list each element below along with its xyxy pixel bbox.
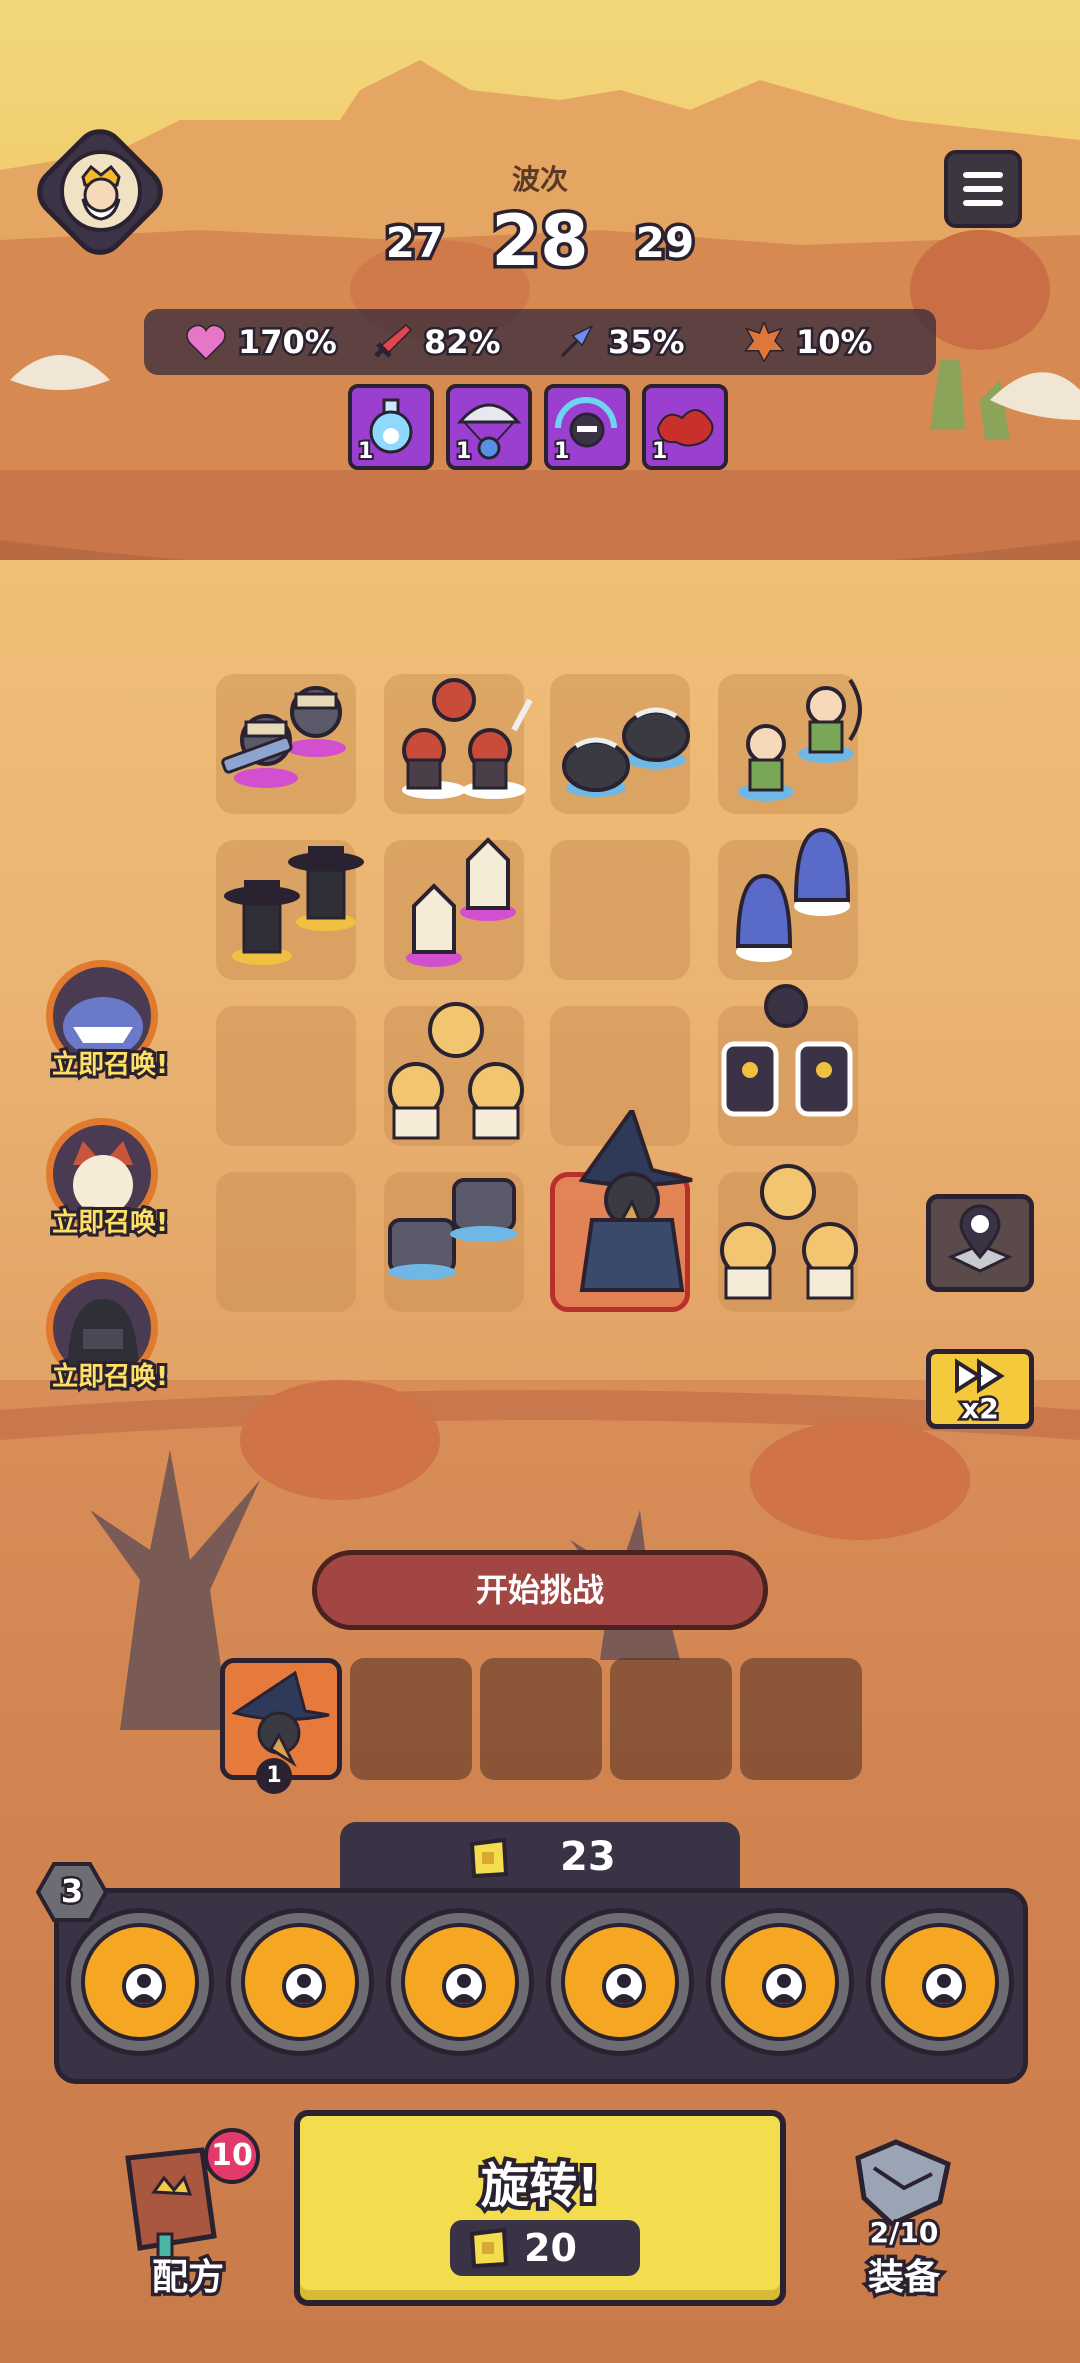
level-value: 3: [58, 1870, 85, 1913]
menu-line-icon: [963, 172, 1003, 178]
recipe-label: 配方: [148, 2254, 227, 2302]
wave-current: 28: [488, 197, 592, 286]
board-tile[interactable]: [216, 1006, 356, 1146]
plague-doctor-portrait-icon: [231, 1670, 330, 1768]
equipment-label: 装备: [864, 2254, 943, 2302]
gold-coin-icon: [469, 2227, 509, 2269]
menu-line-icon: [963, 200, 1003, 206]
purple-ghost-unit[interactable]: [724, 826, 864, 976]
level-badge: 3: [35, 1860, 109, 1924]
menu-button[interactable]: [944, 150, 1022, 228]
spin-button[interactable]: 旋转! 20: [294, 2110, 786, 2306]
slot-reel[interactable]: [706, 1908, 854, 2056]
buff-count: 1: [650, 437, 669, 466]
slot-face: [561, 1923, 679, 2041]
board-tile[interactable]: [550, 840, 690, 980]
summon-label: 立即召唤!: [49, 1047, 171, 1083]
spin-label: 旋转!: [477, 2154, 603, 2218]
slot-face: [401, 1923, 519, 2041]
stat-critical: 10%: [744, 309, 876, 375]
slot-reel[interactable]: [866, 1908, 1014, 2056]
summon-button-cat[interactable]: 立即召唤!: [40, 1118, 180, 1258]
skull-pin-icon: [947, 1204, 1013, 1273]
summon-label: 立即召唤!: [49, 1359, 171, 1395]
queue-slot-empty[interactable]: [610, 1658, 732, 1780]
black-boar-unit[interactable]: [556, 676, 706, 806]
wave-label: 波次: [511, 163, 568, 196]
buff-count: 1: [356, 437, 375, 466]
buff-count: 1: [552, 437, 571, 466]
equipment-button[interactable]: 2/10 装备: [834, 2128, 974, 2302]
person-icon: [922, 1964, 966, 2008]
recipe-button[interactable]: 10 配方: [118, 2128, 260, 2302]
recipe-count-badge: 10: [204, 2128, 260, 2184]
summon-button-shark[interactable]: 立即召唤!: [40, 960, 180, 1100]
stat-speed-value: 35%: [606, 321, 688, 364]
stat-speed: 35%: [556, 309, 688, 375]
person-icon: [122, 1964, 166, 2008]
stat-attack-value: 82%: [422, 321, 504, 364]
player-avatar[interactable]: [60, 150, 142, 232]
tiger-warrior-unit[interactable]: [376, 1000, 546, 1150]
buff-count: 1: [454, 437, 473, 466]
coin-counter: 23: [340, 1822, 740, 1894]
gold-coin-icon: [469, 1837, 509, 1879]
bazooka-soldier-unit[interactable]: [216, 660, 366, 800]
slot-face: [881, 1923, 999, 2041]
coin-value: 23: [560, 1834, 616, 1880]
person-icon: [602, 1964, 646, 2008]
stat-health: 170%: [186, 309, 340, 375]
heart-icon: [186, 324, 226, 360]
sword-icon: [374, 323, 412, 358]
buff-ninja[interactable]: 1: [544, 384, 630, 470]
speed-x2-button[interactable]: x2: [926, 1349, 1034, 1429]
slot-face: [721, 1923, 839, 2041]
stat-health-value: 170%: [236, 321, 340, 364]
slot-reel[interactable]: [66, 1908, 214, 2056]
slot-reel[interactable]: [226, 1908, 374, 2056]
skull-location-button[interactable]: [926, 1194, 1034, 1292]
queue-slot-empty[interactable]: [480, 1658, 602, 1780]
slot-reel[interactable]: [546, 1908, 694, 2056]
person-icon: [282, 1964, 326, 2008]
queue-slot-empty[interactable]: [740, 1658, 862, 1780]
slot-reel[interactable]: [386, 1908, 534, 2056]
slot-face: [81, 1923, 199, 2041]
queue-slot-empty[interactable]: [350, 1658, 472, 1780]
speed-arrow-icon: [560, 324, 594, 358]
person-icon: [442, 1964, 486, 2008]
buff-blood[interactable]: 1: [642, 384, 728, 470]
fast-forward-icon: [955, 1358, 1005, 1394]
menu-line-icon: [963, 186, 1003, 192]
board-tile[interactable]: [216, 1172, 356, 1312]
speed-label: x2: [959, 1390, 1002, 1428]
king-portrait-icon: [81, 164, 121, 221]
elf-archer-unit[interactable]: [720, 660, 870, 810]
desert-mesa-scenery: [0, 60, 1080, 600]
person-icon: [762, 1964, 806, 2008]
stats-bar: 170% 82% 35% 10%: [144, 309, 936, 375]
equipment-progress: 2/10: [867, 2213, 942, 2252]
summon-button-knight[interactable]: 立即召唤!: [40, 1272, 180, 1412]
wave-previous: 27: [382, 215, 447, 271]
white-hood-monk-unit[interactable]: [394, 826, 534, 976]
queue-count-badge: 1: [256, 1758, 292, 1794]
critical-burst-icon: [744, 322, 784, 362]
spin-cost-value: 20: [524, 2226, 577, 2270]
cowboy-gunslinger-unit[interactable]: [216, 826, 376, 976]
robot-trooper-unit[interactable]: [716, 980, 866, 1140]
wave-next: 29: [632, 215, 697, 271]
buff-potion[interactable]: 1: [348, 384, 434, 470]
tank-unit[interactable]: [384, 1160, 534, 1290]
red-hair-swordsman-unit[interactable]: [384, 660, 534, 810]
stat-critical-value: 10%: [794, 321, 876, 364]
spin-cost: 20: [450, 2220, 640, 2276]
slot-face: [241, 1923, 359, 2041]
buff-parachute[interactable]: 1: [446, 384, 532, 470]
tiger-warrior-unit[interactable]: [708, 1160, 878, 1310]
plague-doctor-wizard-unit[interactable]: [562, 1110, 702, 1310]
stat-attack: 82%: [372, 309, 504, 375]
start-challenge-button[interactable]: 开始挑战: [312, 1550, 768, 1630]
summon-label: 立即召唤!: [49, 1205, 171, 1241]
